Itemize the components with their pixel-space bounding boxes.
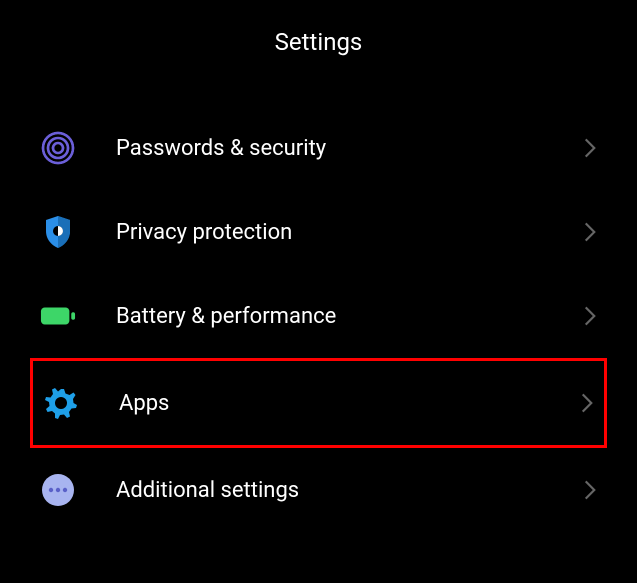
item-label: Apps [119,391,580,416]
settings-list: Passwords & security Privacy protection … [0,106,637,532]
item-label: Additional settings [116,478,583,503]
chevron-right-icon [583,309,597,323]
settings-item-battery-performance[interactable]: Battery & performance [40,274,597,358]
fingerprint-icon [40,130,76,166]
settings-item-apps[interactable]: Apps [30,358,607,448]
gear-icon [43,385,79,421]
chevron-right-icon [583,141,597,155]
settings-item-additional-settings[interactable]: Additional settings [40,448,597,532]
page-title: Settings [0,28,637,56]
item-label: Battery & performance [116,304,583,329]
battery-icon [40,298,76,334]
item-label: Passwords & security [116,136,583,161]
settings-item-passwords-security[interactable]: Passwords & security [40,106,597,190]
item-label: Privacy protection [116,220,583,245]
settings-item-privacy-protection[interactable]: Privacy protection [40,190,597,274]
header: Settings [0,0,637,106]
dots-icon [40,472,76,508]
chevron-right-icon [583,483,597,497]
chevron-right-icon [580,396,594,410]
shield-icon [40,214,76,250]
chevron-right-icon [583,225,597,239]
